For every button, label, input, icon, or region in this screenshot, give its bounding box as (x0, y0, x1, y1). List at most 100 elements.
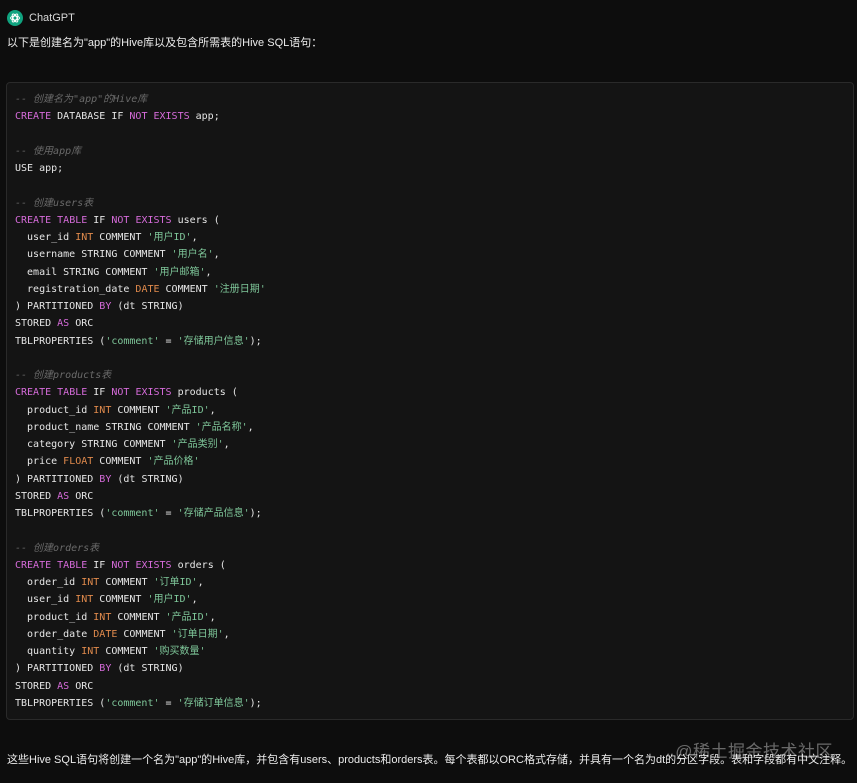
code-line: -- 创建orders表 (15, 540, 266, 557)
code-token: COMMENT (117, 628, 172, 640)
code-token: TABLE (57, 387, 88, 399)
code-token: ) PARTITIONED (15, 473, 100, 485)
code-token: 'comment' (105, 508, 160, 519)
code-token: user_id (15, 594, 76, 606)
code-line: -- 使用app库 (15, 143, 266, 160)
code-token: IF (87, 387, 112, 399)
code-token: '产品ID' (165, 404, 210, 416)
code-token: email STRING COMMENT (15, 266, 154, 278)
code-token: products ( (171, 387, 238, 399)
code-token: , (223, 439, 230, 450)
code-token: COMMENT (159, 283, 214, 295)
code-line: product_name STRING COMMENT '产品名称', (15, 419, 266, 436)
code-token: users ( (171, 214, 220, 226)
sender-name: ChatGPT (29, 12, 75, 24)
code-token: '订单日期' (171, 628, 224, 640)
code-token: CREATE (15, 559, 52, 571)
code-token: COMMENT (111, 404, 166, 416)
code-token: INT (75, 594, 94, 606)
code-token: EXISTS (153, 111, 190, 123)
code-token: CREATE (15, 214, 52, 226)
code-token: '订单ID' (153, 577, 198, 588)
code-token: BY (99, 663, 112, 675)
code-token: STORED (15, 680, 58, 692)
code-line: CREATE TABLE IF NOT EXISTS orders ( (15, 557, 266, 574)
code-line: TBLPROPERTIES ('comment' = '存储订单信息'); (15, 695, 266, 712)
code-token: registration_date (15, 283, 136, 295)
code-token: ORC (69, 680, 94, 692)
code-token: INT (93, 611, 112, 623)
code-token: ); (249, 335, 262, 347)
code-line: -- 创建products表 (15, 367, 266, 384)
code-token: , (209, 404, 216, 416)
code-token: -- 创建users表 (15, 197, 94, 209)
code-line: ) PARTITIONED BY (dt STRING) (15, 471, 266, 488)
code-token: (dt STRING) (111, 301, 184, 312)
code-token: orders ( (171, 559, 226, 571)
code-line: ) PARTITIONED BY (dt STRING) (15, 660, 266, 677)
openai-logo-icon (7, 10, 23, 26)
code-line: -- 创建名为"app"的Hive库 (15, 91, 266, 108)
code-token: = (159, 508, 178, 519)
code-line: username STRING COMMENT '用户名', (15, 246, 266, 263)
code-token: COMMENT (93, 594, 148, 606)
code-line: user_id INT COMMENT '用户ID', (15, 591, 266, 608)
code-token: ) PARTITIONED (15, 663, 100, 675)
code-line: TBLPROPERTIES ('comment' = '存储用户信息'); (15, 333, 266, 350)
code-token: INT (81, 577, 100, 588)
code-token: INT (81, 646, 100, 657)
code-line: STORED AS ORC (15, 315, 266, 332)
code-token: EXISTS (135, 214, 172, 226)
code-token: NOT (129, 111, 148, 123)
code-token: product_id (15, 404, 94, 416)
code-line: product_id INT COMMENT '产品ID', (15, 609, 266, 626)
code-token: TBLPROPERTIES ( (15, 697, 106, 709)
code-token: , (197, 577, 204, 588)
code-content[interactable]: -- 创建名为"app"的Hive库 CREATE DATABASE IF NOT… (15, 91, 266, 712)
code-token: app; (189, 111, 220, 123)
code-token: COMMENT (93, 456, 148, 468)
code-token: (dt STRING) (111, 663, 184, 675)
code-token: ORC (69, 490, 94, 502)
code-token: '产品名称' (195, 421, 248, 433)
code-line: STORED AS ORC (15, 488, 266, 505)
code-token: IF (87, 559, 112, 571)
code-token: -- 创建名为"app"的Hive库 (15, 94, 148, 105)
code-token: , (213, 249, 220, 261)
code-token: DATE (93, 628, 118, 640)
code-token: '产品ID' (165, 611, 210, 623)
code-token: TBLPROPERTIES ( (15, 508, 106, 519)
code-token: FLOAT (63, 456, 94, 468)
code-line: order_id INT COMMENT '订单ID', (15, 574, 266, 591)
code-token: , (191, 594, 198, 606)
code-token: EXISTS (135, 559, 172, 571)
code-line: category STRING COMMENT '产品类别', (15, 436, 266, 453)
code-line: CREATE TABLE IF NOT EXISTS products ( (15, 384, 266, 401)
code-line: CREATE TABLE IF NOT EXISTS users ( (15, 212, 266, 229)
code-token: username STRING COMMENT (15, 249, 172, 261)
code-token: AS (57, 490, 70, 502)
code-token: -- 创建products表 (15, 370, 112, 381)
code-line: USE app; (15, 160, 266, 177)
code-token: , (205, 266, 212, 278)
code-token: CREATE (15, 387, 52, 399)
code-token: DATABASE IF (51, 111, 130, 123)
code-token: , (209, 611, 216, 623)
code-token: ) PARTITIONED (15, 301, 100, 312)
code-token: order_date (15, 628, 94, 640)
code-token: AS (57, 318, 70, 330)
code-token: COMMENT (99, 577, 154, 588)
code-token: -- 使用app库 (15, 145, 82, 157)
code-token: category STRING COMMENT (15, 439, 172, 450)
code-block[interactable]: -- 创建名为"app"的Hive库 CREATE DATABASE IF NOT… (6, 82, 854, 720)
code-token: product_name STRING COMMENT (15, 421, 196, 433)
code-token: user_id (15, 232, 76, 243)
code-token: '注册日期' (213, 283, 266, 295)
watermark: @稀土掘金技术社区 (675, 742, 833, 761)
code-token: '用户ID' (147, 232, 192, 243)
code-line: -- 创建users表 (15, 195, 266, 212)
code-line: CREATE DATABASE IF NOT EXISTS app; (15, 108, 266, 125)
code-token: ); (249, 697, 262, 709)
code-token: '用户名' (171, 249, 214, 261)
